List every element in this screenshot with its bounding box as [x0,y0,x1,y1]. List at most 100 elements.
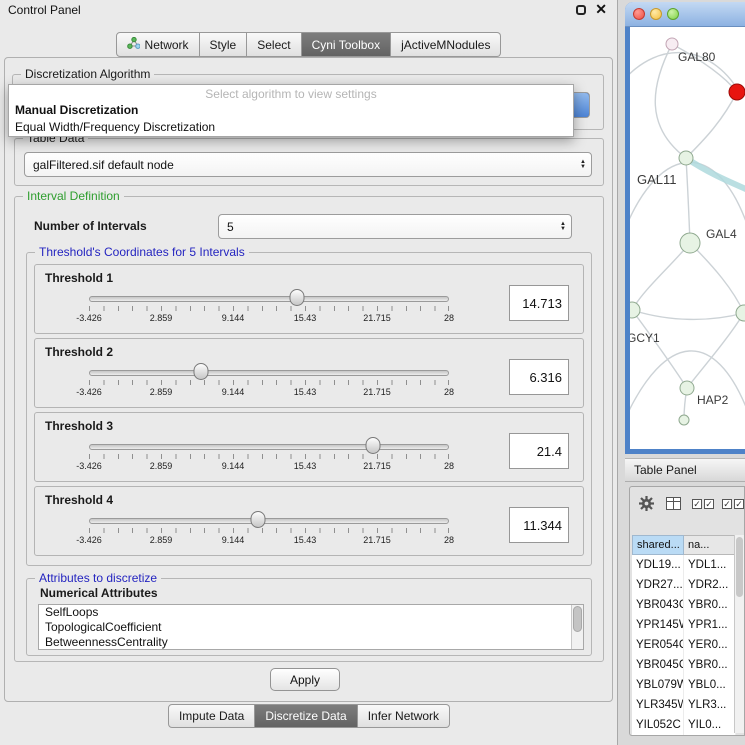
scrollbar-thumb[interactable] [736,537,743,597]
tab-network[interactable]: Network [116,32,200,57]
threshold-2-slider: -3.426 2.859 9.144 15.43 21.715 28 [89,339,449,409]
list-item[interactable]: BetweennessCentrality [39,635,583,650]
network-node-selected[interactable] [729,84,745,100]
table-cell[interactable]: YBR045C [632,655,684,675]
spinner-arrows-icon: ▲▼ [580,160,586,170]
minimize-traffic-light-icon[interactable] [650,8,662,20]
network-node[interactable] [680,381,694,395]
tab-network-label: Network [145,38,189,52]
checkbox-icon[interactable]: ✓ [704,499,714,509]
list-item[interactable]: TopologicalCoefficient [39,620,583,635]
node-table: shared... na... YDL19...YDL1... YDR27...… [632,535,736,735]
close-traffic-light-icon[interactable] [633,8,645,20]
slider-track[interactable] [89,370,449,376]
table-panel-window: ✓ ✓ ✓ ✓ shared... na... YDL19...YDL1... … [629,486,745,736]
table-cell[interactable]: YDR27... [632,575,684,595]
tab-discretize-data[interactable]: Discretize Data [255,704,357,728]
slider-thumb[interactable] [193,363,208,380]
slider-ticks [89,306,449,311]
threshold-2-value-input[interactable] [509,359,569,395]
tick-label: 21.715 [363,461,391,471]
scrollbar-thumb[interactable] [573,606,582,632]
table-row: YBR045CYBR0... [632,655,736,675]
table-cell[interactable]: YLR3... [684,695,736,715]
column-header-shared-name[interactable]: shared... [632,535,684,555]
network-node[interactable] [630,302,640,318]
slider-track[interactable] [89,444,449,450]
table-cell[interactable]: YBL0... [684,675,736,695]
network-node[interactable] [679,151,693,165]
apply-button[interactable]: Apply [270,668,340,691]
tab-infer-network[interactable]: Infer Network [358,704,450,728]
threshold-1-value-input[interactable] [509,285,569,321]
table-cell[interactable]: YDL1... [684,555,736,575]
network-node[interactable] [680,233,700,253]
tab-impute-data[interactable]: Impute Data [168,704,255,728]
slider-track[interactable] [89,518,449,524]
table-scrollbar[interactable] [734,535,744,733]
slider-ticks [89,454,449,459]
list-item[interactable]: SelfLoops [39,605,583,620]
table-cell[interactable]: YIL0... [684,715,736,735]
table-cell[interactable]: YBR0... [684,655,736,675]
tick-label: -3.426 [76,461,102,471]
gear-icon[interactable] [638,495,655,515]
network-icon [127,37,140,52]
network-window-titlebar[interactable] [625,2,745,27]
tick-label: 2.859 [150,535,173,545]
network-node[interactable] [736,305,745,321]
table-cell[interactable]: YDR2... [684,575,736,595]
table-cell[interactable]: YPR145W [632,615,684,635]
tick-label: 21.715 [363,535,391,545]
checkbox-icon[interactable]: ✓ [692,499,702,509]
checkbox-icon[interactable]: ✓ [722,499,732,509]
network-canvas[interactable]: GAL80 GAL11 GAL4 GCY1 HAP2 [630,27,745,449]
control-panel-window: Control Panel ✕ Network Style Select Cyn… [0,0,618,745]
threshold-4-value-input[interactable] [509,507,569,543]
tick-label: -3.426 [76,535,102,545]
threshold-3-value-input[interactable] [509,433,569,469]
attributes-group-label: Attributes to discretize [35,571,161,585]
close-icon[interactable]: ✕ [595,4,607,15]
table-cell[interactable]: YBR043C [632,595,684,615]
zoom-traffic-light-icon[interactable] [667,8,679,20]
window-controls: ✕ [576,4,607,15]
table-cell[interactable]: YIL052C [632,715,684,735]
checkbox-icon[interactable]: ✓ [734,499,744,509]
tick-label: 21.715 [363,387,391,397]
tab-jactivemnodules[interactable]: jActiveMNodules [391,32,501,57]
table-cell[interactable]: YER054C [632,635,684,655]
slider-thumb[interactable] [366,437,381,454]
network-node[interactable] [666,38,678,50]
slider-thumb[interactable] [289,289,304,306]
table-cell[interactable]: YLR345W [632,695,684,715]
tab-style[interactable]: Style [200,32,248,57]
tab-cyni-toolbox[interactable]: Cyni Toolbox [302,32,391,57]
table-cell[interactable]: YBL079W [632,675,684,695]
tick-label: 9.144 [222,461,245,471]
tab-select[interactable]: Select [247,32,301,57]
desktop: Control Panel ✕ Network Style Select Cyn… [0,0,745,745]
threshold-panel-4: Threshold 4 -3.426 2.859 9.144 15.43 21.… [34,486,584,556]
dropdown-item-manual-discretization[interactable]: Manual Discretization [9,102,573,119]
tick-label: 28 [444,313,454,323]
table-cell[interactable]: YPR1... [684,615,736,635]
table-row: YDL19...YDL1... [632,555,736,575]
table-cell[interactable]: YDL19... [632,555,684,575]
float-window-icon[interactable] [576,5,586,15]
number-of-intervals-select[interactable]: 5 ▲▼ [218,214,572,239]
tick-label: 2.859 [150,387,173,397]
dropdown-item-equal-width[interactable]: Equal Width/Frequency Discretization [9,119,573,136]
columns-icon[interactable] [666,497,681,510]
column-header-name[interactable]: na... [684,535,736,555]
tick-label: 28 [444,387,454,397]
slider-track[interactable] [89,296,449,302]
network-node-label: GCY1 [630,331,660,345]
table-cell[interactable]: YER0... [684,635,736,655]
list-scrollbar[interactable] [571,605,583,649]
slider-thumb[interactable] [251,511,266,528]
table-data-select[interactable]: galFiltered.sif default node ▲▼ [24,152,592,177]
network-node[interactable] [679,415,689,425]
threshold-4-slider: -3.426 2.859 9.144 15.43 21.715 28 [89,487,449,557]
table-cell[interactable]: YBR0... [684,595,736,615]
